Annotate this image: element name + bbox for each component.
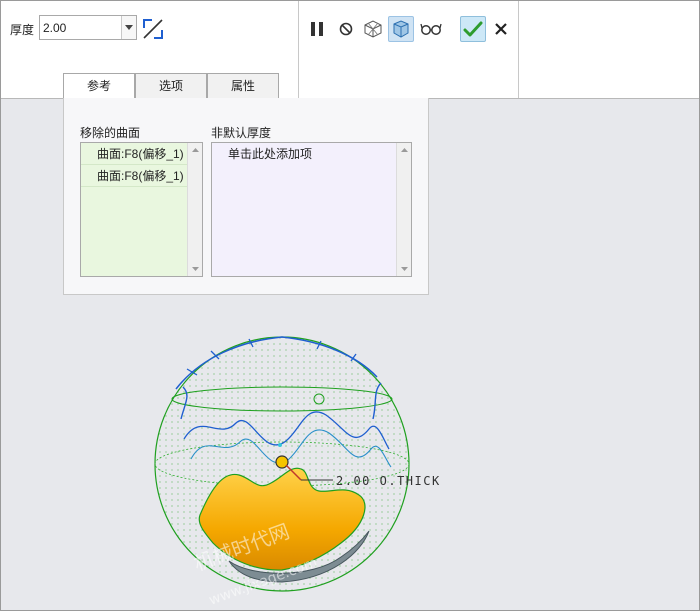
pause-icon[interactable] xyxy=(304,16,330,42)
tab-options[interactable]: 选项 xyxy=(135,73,207,99)
chevron-down-icon[interactable] xyxy=(121,16,136,39)
removed-surfaces-list[interactable]: 曲面:F8(偏移_1) 曲面:F8(偏移_1) xyxy=(80,142,203,277)
no-preview-icon[interactable] xyxy=(333,16,359,42)
references-panel: 移除的曲面 曲面:F8(偏移_1) 曲面:F8(偏移_1) 非默认厚度 单击此处… xyxy=(63,98,429,295)
removed-surfaces-header: 移除的曲面 xyxy=(80,126,141,140)
thickness-combo[interactable] xyxy=(39,15,137,40)
feature-preview-icon[interactable] xyxy=(388,16,414,42)
list-item[interactable]: 曲面:F8(偏移_1) xyxy=(81,165,202,187)
scroll-down-icon[interactable] xyxy=(188,262,202,276)
list-item[interactable]: 曲面:F8(偏移_1) xyxy=(81,143,202,165)
thickness-dimension-label: 2.00 O.THICK xyxy=(336,474,441,488)
thickness-label: 厚度 xyxy=(10,23,35,37)
non-default-thickness-list[interactable]: 单击此处添加项 xyxy=(211,142,412,277)
dashboard-separator xyxy=(298,1,299,98)
tab-properties[interactable]: 属性 xyxy=(207,73,279,99)
tab-references[interactable]: 参考 xyxy=(63,73,135,100)
flip-direction-icon[interactable] xyxy=(140,16,166,42)
thickness-input[interactable] xyxy=(40,16,122,39)
add-item-placeholder[interactable]: 单击此处添加项 xyxy=(212,143,411,165)
dashboard-separator xyxy=(518,1,519,98)
scroll-up-icon[interactable] xyxy=(188,143,202,157)
shell-dashboard: 厚度 2.00 参考 选项 属性 xyxy=(1,1,699,100)
scrollbar[interactable] xyxy=(396,143,411,276)
checkmark-icon[interactable] xyxy=(460,16,486,42)
scrollbar[interactable] xyxy=(187,143,202,276)
non-default-thickness-header: 非默认厚度 xyxy=(211,126,272,140)
close-icon[interactable] xyxy=(488,16,514,42)
verify-mode-icon[interactable] xyxy=(360,16,386,42)
glasses-icon[interactable] xyxy=(418,16,444,42)
scroll-down-icon[interactable] xyxy=(397,262,411,276)
scroll-up-icon[interactable] xyxy=(397,143,411,157)
graphics-viewport[interactable]: 2.00 O.THICK 机械时代网 www.jixage.com xyxy=(1,299,699,610)
